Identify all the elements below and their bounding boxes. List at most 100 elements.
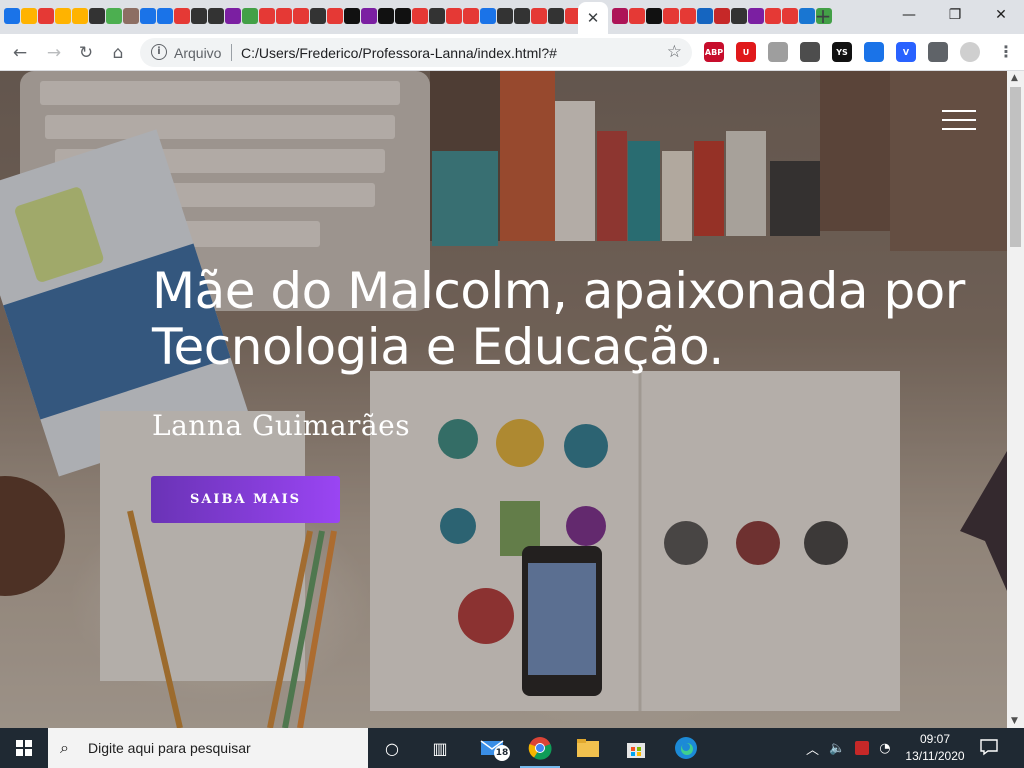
wifi-icon[interactable]: ◔ [879,741,890,756]
tab-favicon-icon[interactable] [782,8,798,24]
bookmark-star-icon[interactable]: ☆ [667,42,682,62]
tab-favicon-icon[interactable] [497,8,513,24]
tab-favicon-icon[interactable] [663,8,679,24]
notification-center-icon[interactable] [980,738,1000,758]
ys-icon[interactable]: YS [832,42,852,62]
tab-favicon-icon[interactable] [123,8,139,24]
url-text[interactable]: C:/Users/Frederico/Professora-Lanna/inde… [241,45,557,61]
home-button[interactable]: ⌂ [106,41,130,65]
tab-favicon-icon[interactable] [395,8,411,24]
tab-favicon-icon[interactable] [327,8,343,24]
new-tab-button[interactable]: + [812,6,834,28]
tab-favicon-icon[interactable] [446,8,462,24]
tab-favicon-icon[interactable] [4,8,20,24]
saiba-mais-button[interactable]: SAIBA MAIS [151,476,340,523]
page-scrollbar[interactable]: ▲ ▼ [1007,71,1024,728]
restore-button[interactable]: ❐ [932,0,978,30]
tab-favicon-icon[interactable] [72,8,88,24]
tab-favicon-icon[interactable] [412,8,428,24]
active-tab[interactable]: ✕ [578,2,608,34]
tab-strip: ✕ + — ❐ ✕ [0,0,1024,34]
volume-icon[interactable]: 🔈 [829,741,845,756]
tab-favicon-icon[interactable] [21,8,37,24]
tab-favicon-icon[interactable] [55,8,71,24]
antivirus-icon[interactable] [855,741,870,755]
tab-favicon-icon[interactable] [629,8,645,24]
puzzle-icon[interactable] [928,42,948,62]
tab-favicon-icon[interactable] [680,8,696,24]
reload-button[interactable]: ↻ [74,41,98,65]
tab-favicon-icon[interactable] [531,8,547,24]
tab-favicon-icon[interactable] [714,8,730,24]
tab-favicons-right[interactable] [612,8,832,24]
tab-favicon-icon[interactable] [548,8,564,24]
tab-favicon-icon[interactable] [514,8,530,24]
tab-favicon-icon[interactable] [174,8,190,24]
tab-favicon-icon[interactable] [463,8,479,24]
scroll-up-icon[interactable]: ▲ [1011,73,1018,83]
adblock-icon[interactable]: ABP [704,42,724,62]
tab-favicon-icon[interactable] [106,8,122,24]
tray-chevron-up-icon[interactable]: ︿ [806,739,819,758]
file-explorer-icon[interactable] [564,728,612,768]
tab-favicon-icon[interactable] [765,8,781,24]
close-window-button[interactable]: ✕ [978,0,1024,30]
tab-favicon-icon[interactable] [646,8,662,24]
tab-favicon-icon[interactable] [310,8,326,24]
tab-favicon-icon[interactable] [293,8,309,24]
tab-favicon-icon[interactable] [480,8,496,24]
back-button[interactable]: ← [8,41,32,65]
windows-start-icon[interactable] [0,728,48,768]
window-controls: — ❐ ✕ [886,0,1024,30]
timer-icon[interactable] [800,42,820,62]
tab-favicon-icon[interactable] [38,8,54,24]
forward-button[interactable]: → [42,41,66,65]
task-view-circle-icon[interactable]: ○ [368,728,416,768]
tab-favicon-icon[interactable] [89,8,105,24]
pdf-icon[interactable] [768,42,788,62]
tab-favicon-icon[interactable] [259,8,275,24]
tab-favicon-icon[interactable] [344,8,360,24]
edge-icon[interactable] [662,728,710,768]
ublock-icon[interactable]: U [736,42,756,62]
tab-favicon-icon[interactable] [697,8,713,24]
minimize-button[interactable]: — [886,0,932,30]
tab-favicon-icon[interactable] [208,8,224,24]
store-icon[interactable] [612,728,660,768]
tab-favicon-icon[interactable] [748,8,764,24]
menu-hamburger-icon[interactable] [942,110,976,130]
tab-favicon-icon[interactable] [242,8,258,24]
v-icon[interactable]: V [896,42,916,62]
info-icon[interactable]: i [151,44,167,60]
task-view-icon[interactable]: ▥ [416,728,464,768]
tab-favicon-icon[interactable] [612,8,628,24]
tab-favicon-icon[interactable] [225,8,241,24]
page-viewport: Mãe do Malcolm, apaixonada por Tecnologi… [0,71,1007,728]
profile-avatar[interactable] [960,42,980,62]
expand-icon[interactable] [864,42,884,62]
tab-favicon-icon[interactable] [157,8,173,24]
mail-badge: 18 [494,745,510,761]
tab-favicon-icon[interactable] [378,8,394,24]
taskbar-clock[interactable]: 09:07 13/11/2020 [900,731,970,765]
tab-favicon-icon[interactable] [731,8,747,24]
tab-favicon-icon[interactable] [191,8,207,24]
close-tab-icon[interactable]: ✕ [587,9,600,27]
chrome-icon[interactable] [516,728,564,768]
scroll-down-icon[interactable]: ▼ [1011,716,1018,726]
tab-favicon-icon[interactable] [140,8,156,24]
windows-taskbar: ⌕ Digite aqui para pesquisar ○ ▥ 18 ︿ 🔈 … [0,728,1024,768]
address-bar[interactable]: i Arquivo C:/Users/Frederico/Professora-… [140,38,692,67]
scroll-thumb[interactable] [1010,87,1021,247]
tab-favicon-icon[interactable] [276,8,292,24]
hero-subtitle: Lanna Guimarães [152,409,411,442]
clock-date: 13/11/2020 [905,749,965,763]
tab-favicon-icon[interactable] [429,8,445,24]
clock-time: 09:07 [919,732,951,746]
tab-favicon-icon[interactable] [361,8,377,24]
browser-menu-icon[interactable]: ⋮ [998,42,1014,61]
mail-icon[interactable]: 18 [468,728,516,768]
taskbar-search[interactable]: ⌕ Digite aqui para pesquisar [48,728,368,768]
tab-favicons-left[interactable] [4,8,581,26]
browser-toolbar: ← → ↻ ⌂ i Arquivo C:/Users/Frederico/Pro… [0,34,1024,71]
